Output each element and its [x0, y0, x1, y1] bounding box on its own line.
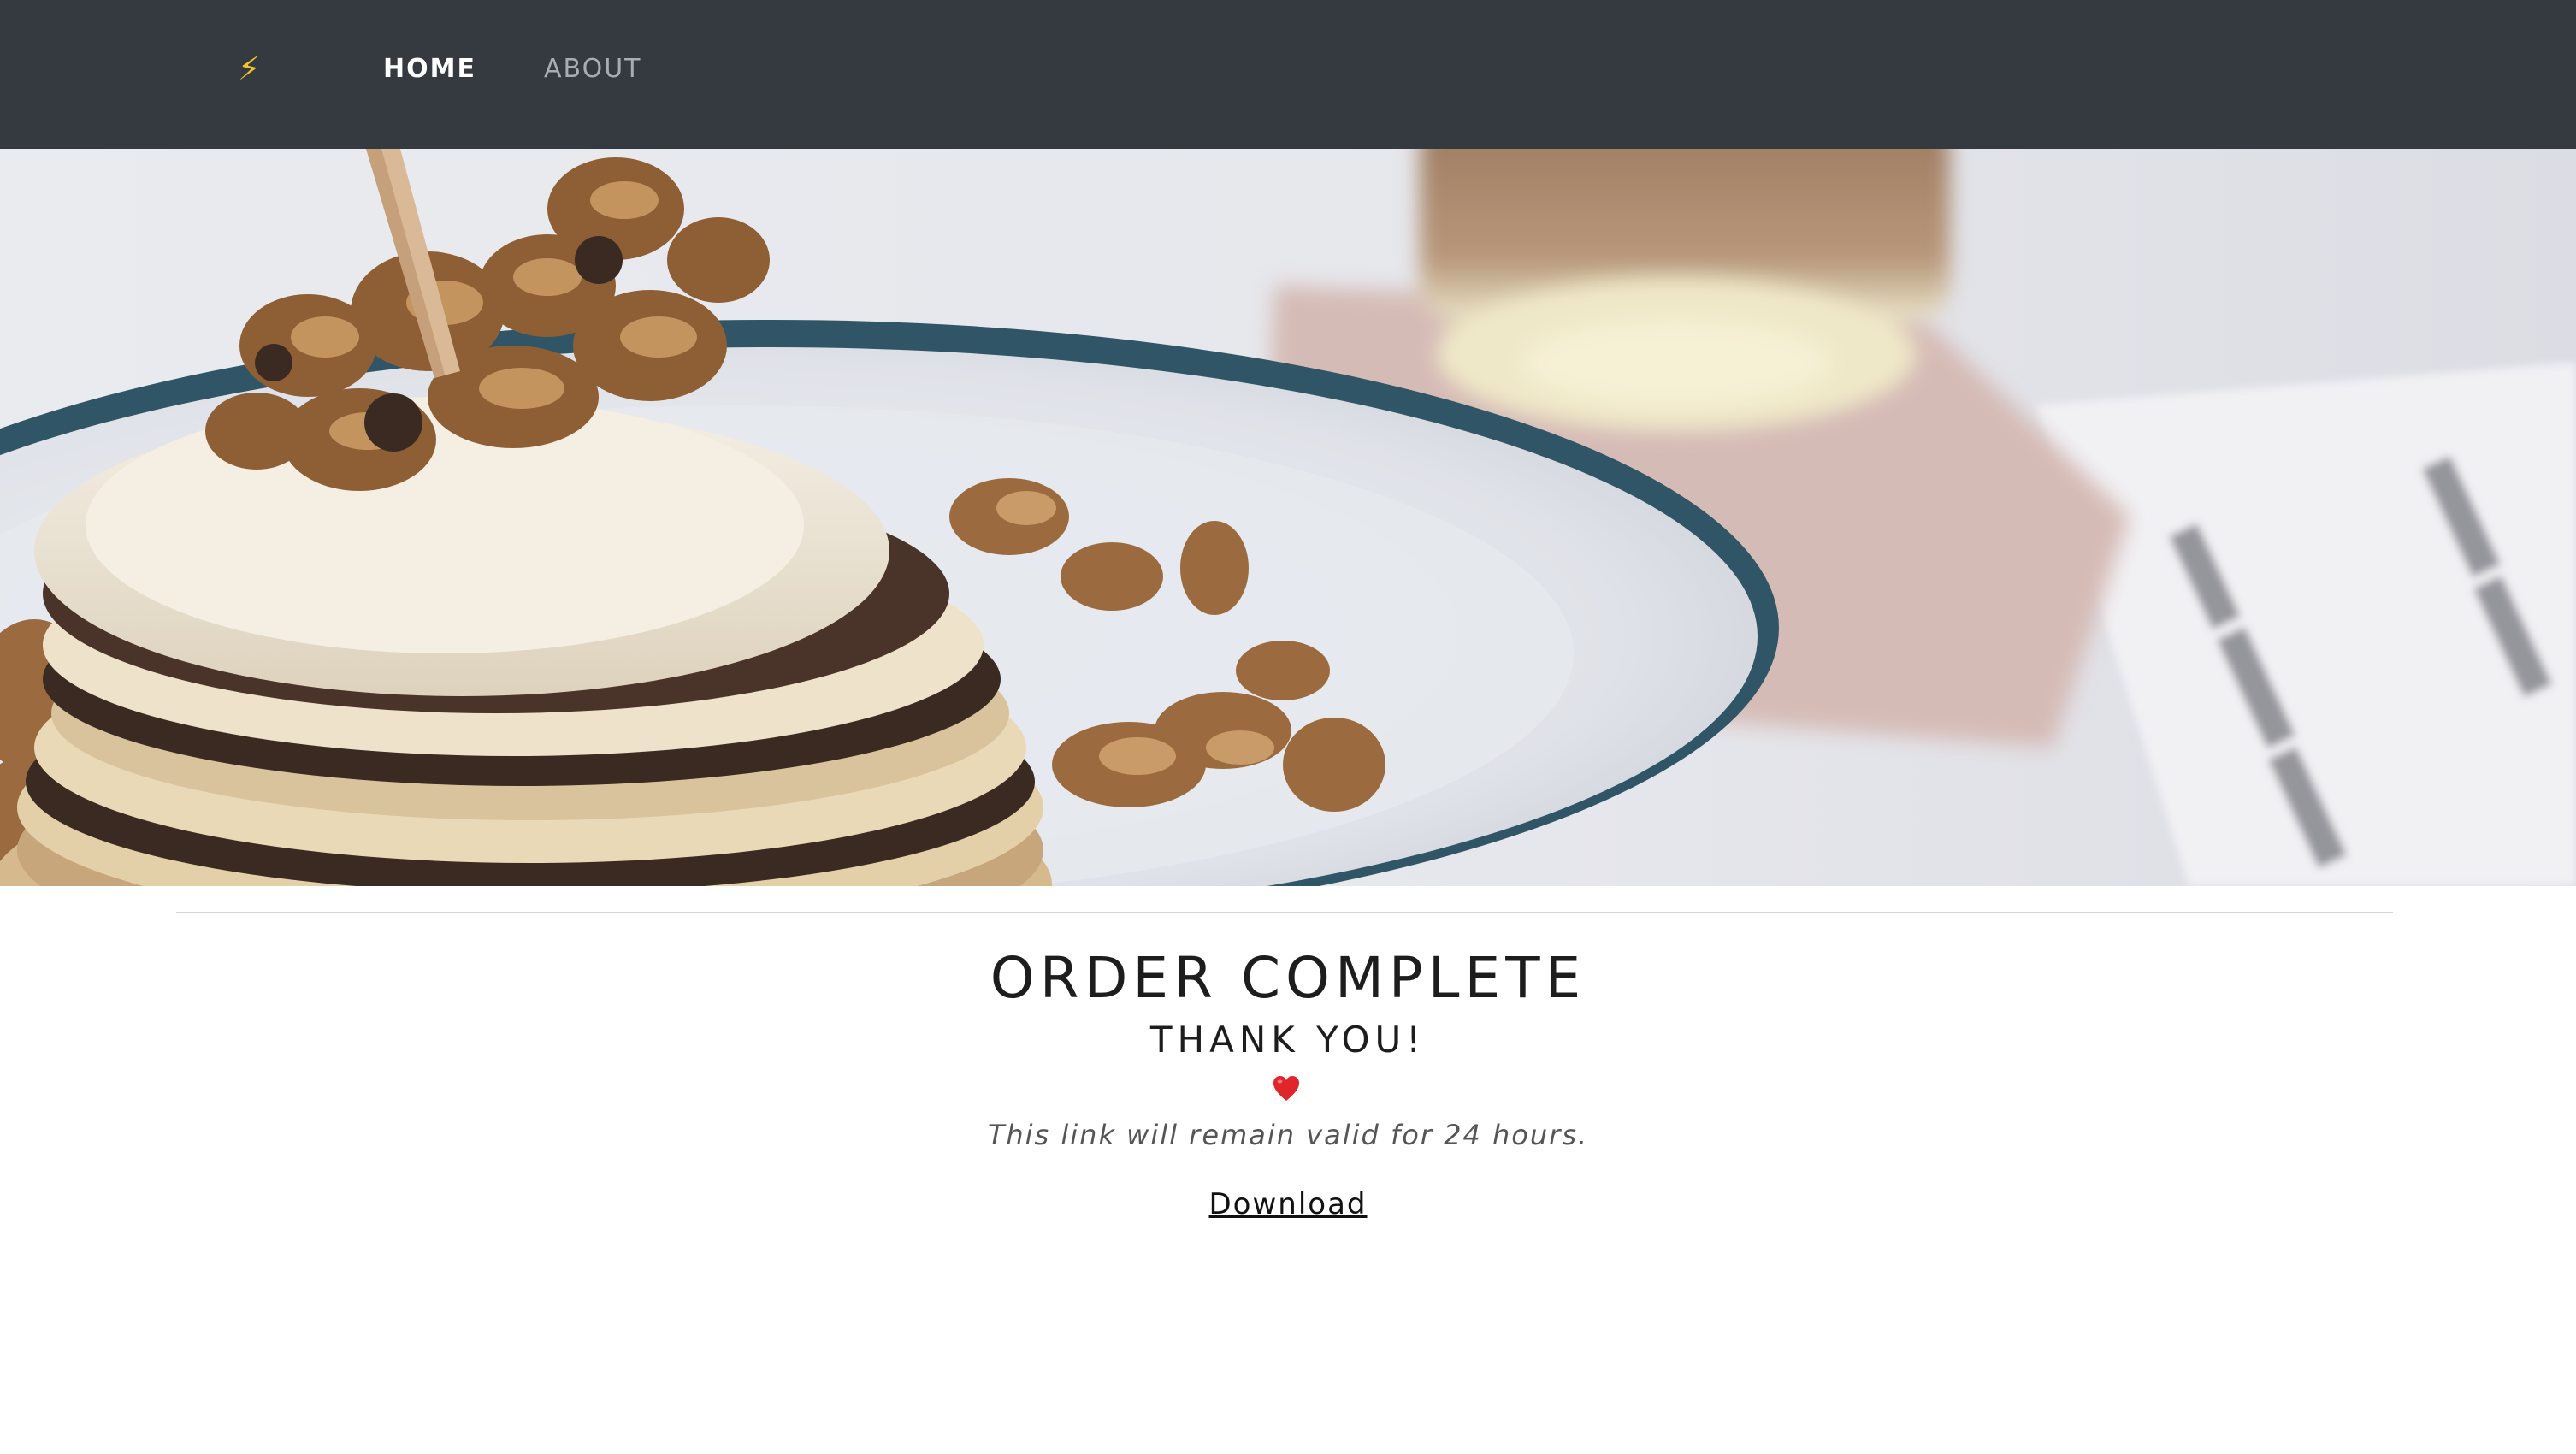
thank-you-heading: THANK YOU!	[1149, 1019, 1427, 1061]
divider	[176, 912, 2393, 913]
nav-link-home[interactable]: HOME	[383, 53, 476, 86]
hero-photo	[0, 149, 2576, 886]
lightning-bolt-icon[interactable]: ⚡	[238, 48, 261, 89]
navbar: ⚡ HOME ABOUT	[0, 0, 2576, 149]
nav-link-about[interactable]: ABOUT	[544, 53, 641, 86]
download-link[interactable]: Download	[1208, 1187, 1367, 1221]
hero-image	[0, 149, 2576, 886]
page-title: ORDER COMPLETE	[990, 945, 1586, 1011]
heart-icon	[1273, 1076, 1299, 1101]
link-validity-note: This link will remain valid for 24 hours…	[987, 1119, 1589, 1151]
